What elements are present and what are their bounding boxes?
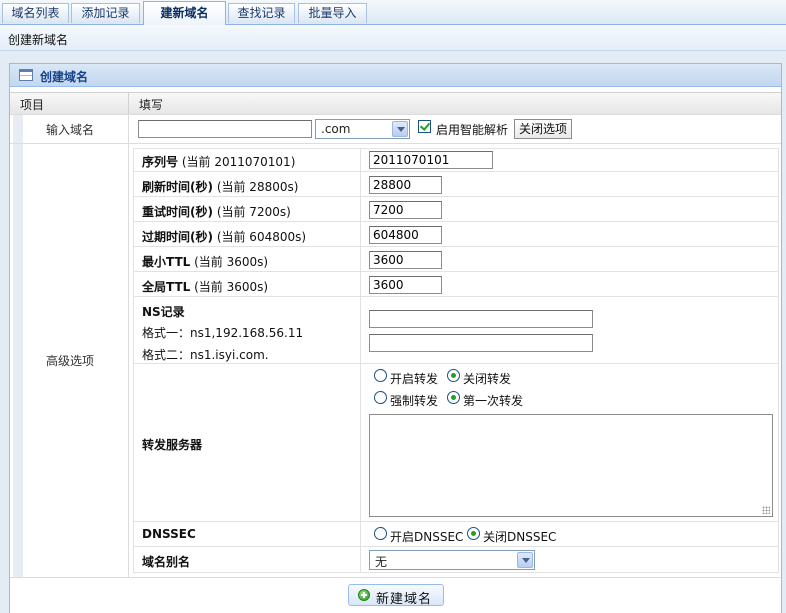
create-domain-panel: 创建域名 项目 填写 输入域名 .com 启用智能解析 关闭选项 高级选项 序列… — [9, 63, 782, 613]
create-domain-button[interactable]: 新建域名 — [348, 584, 444, 607]
ns-record-input-2[interactable] — [369, 334, 593, 352]
forward-enable-radio[interactable] — [374, 369, 387, 382]
inner-row-divider — [133, 572, 779, 573]
forward-first-label: 第一次转发 — [463, 394, 524, 408]
forward-force-radio[interactable] — [374, 391, 387, 404]
panel-title: 创建域名 — [40, 70, 89, 84]
domain-alias-label: 域名别名 — [142, 555, 191, 569]
expire-label: 过期时间(秒) (当前 604800s) — [142, 230, 307, 244]
row-stripe — [13, 114, 23, 577]
ns-format-one: 格式一：ns1,192.168.56.11 — [142, 326, 304, 340]
forward-first-radio[interactable] — [447, 391, 460, 404]
refresh-input[interactable] — [369, 176, 442, 194]
global-ttl-input[interactable] — [369, 276, 442, 294]
ns-record-input-1[interactable] — [369, 310, 593, 328]
inner-column-divider — [360, 148, 361, 572]
chevron-down-icon — [392, 121, 408, 137]
forward-enable-label: 开启转发 — [390, 372, 439, 386]
forward-disable-radio[interactable] — [447, 369, 460, 382]
inner-row-divider — [133, 363, 779, 364]
tab-batch-import[interactable]: 批量导入 — [298, 3, 367, 23]
min-ttl-label: 最小TTL (当前 3600s) — [142, 255, 269, 269]
ns-record-label: NS记录 — [142, 305, 185, 319]
panel-header: 创建域名 — [10, 64, 781, 87]
min-ttl-input[interactable] — [369, 251, 442, 269]
retry-input[interactable] — [369, 201, 442, 219]
column-header-row: 项目 填写 — [10, 92, 781, 115]
column-header-fill: 填写 — [139, 98, 164, 112]
row-divider — [10, 114, 781, 115]
refresh-label: 刷新时间(秒) (当前 28800s) — [142, 180, 299, 194]
add-icon — [358, 589, 370, 601]
dnssec-disable-label: 关闭DNSSEC — [483, 530, 557, 544]
inner-column-divider — [778, 148, 779, 572]
tab-add-record[interactable]: 添加记录 — [71, 3, 140, 23]
inner-row-divider — [133, 221, 779, 222]
forward-server-label: 转发服务器 — [142, 438, 203, 452]
form-footer: 新建域名 — [10, 577, 781, 613]
domain-input[interactable] — [138, 120, 312, 138]
breadcrumb: 创建新域名 — [8, 33, 69, 47]
chevron-down-icon — [517, 552, 533, 568]
dnssec-label: DNSSEC — [142, 527, 196, 541]
domain-suffix-select[interactable]: .com — [315, 119, 410, 139]
row-divider — [10, 143, 781, 144]
advanced-options-label: 高级选项 — [46, 354, 95, 368]
resize-grip-icon[interactable] — [761, 505, 771, 515]
forward-servers-textarea[interactable] — [369, 414, 773, 517]
breadcrumb-bar: 创建新域名 — [0, 25, 786, 51]
inner-row-divider — [133, 271, 779, 272]
table-icon — [19, 69, 33, 81]
inner-row-divider — [133, 196, 779, 197]
tab-new-domain[interactable]: 建新域名 — [143, 1, 226, 25]
column-divider — [128, 114, 129, 577]
domain-alias-select[interactable]: 无 — [369, 550, 535, 570]
tab-find-record[interactable]: 查找记录 — [228, 3, 295, 23]
inner-row-divider — [133, 171, 779, 172]
tab-domain-list[interactable]: 域名列表 — [2, 3, 69, 23]
serial-label: 序列号 (当前 2011070101) — [142, 155, 296, 169]
ns-format-two: 格式二：ns1.isyi.com. — [142, 348, 269, 362]
global-ttl-label: 全局TTL (当前 3600s) — [142, 280, 269, 294]
domain-alias-value: 无 — [375, 555, 388, 569]
inner-row-divider — [133, 246, 779, 247]
forward-disable-label: 关闭转发 — [463, 372, 512, 386]
inner-row-divider — [133, 521, 779, 522]
smart-parse-checkbox[interactable] — [418, 120, 431, 133]
dnssec-enable-label: 开启DNSSEC — [390, 530, 464, 544]
column-header-item: 项目 — [20, 98, 45, 112]
inner-column-divider — [133, 148, 134, 572]
smart-parse-label: 启用智能解析 — [436, 123, 509, 137]
tab-bar: 域名列表 添加记录 建新域名 查找记录 批量导入 — [0, 0, 786, 25]
serial-input[interactable] — [369, 151, 493, 169]
column-separator — [128, 93, 129, 114]
expire-input[interactable] — [369, 226, 442, 244]
domain-suffix-value: .com — [321, 122, 351, 136]
inner-row-divider — [133, 296, 779, 297]
dnssec-disable-radio[interactable] — [467, 527, 480, 540]
dnssec-enable-radio[interactable] — [374, 527, 387, 540]
retry-label: 重试时间(秒) (当前 7200s) — [142, 205, 291, 219]
forward-force-label: 强制转发 — [390, 394, 439, 408]
domain-row-label: 输入域名 — [46, 123, 95, 137]
close-options-button[interactable]: 关闭选项 — [514, 119, 572, 139]
inner-row-divider — [133, 546, 779, 547]
create-domain-label: 新建域名 — [376, 592, 433, 607]
inner-row-divider — [133, 148, 779, 149]
